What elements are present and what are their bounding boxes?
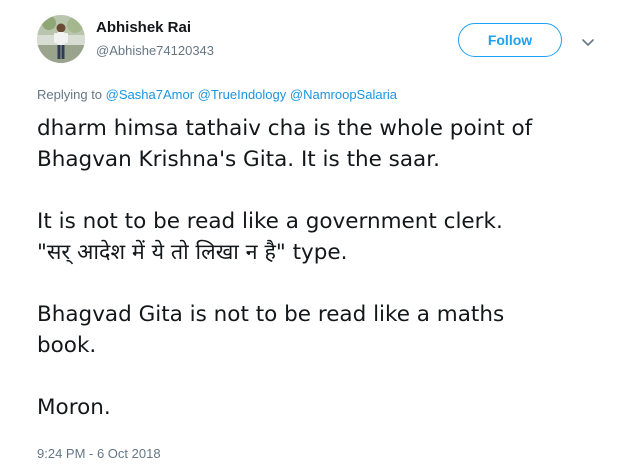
tweet-text: dharm himsa tathaiv cha is the whole poi… (37, 113, 632, 423)
mention-link[interactable]: @NamroopSalaria (290, 87, 397, 102)
tweet-line: Bhagvan Krishna's Gita. It is the saar. (37, 147, 440, 172)
tweet-paragraph: It is not to be read like a government c… (37, 206, 632, 268)
tweet-line: book. (37, 333, 97, 358)
tweet-line: It is not to be read like a government c… (37, 209, 503, 234)
mention-link[interactable]: @Sasha7Amor (106, 87, 194, 102)
avatar-photo (37, 15, 85, 63)
reply-prefix: Replying to (37, 87, 103, 102)
reply-context: Replying to @Sasha7Amor @TrueIndology @N… (37, 87, 397, 102)
tweet-line: Moron. (37, 395, 111, 420)
avatar[interactable] (37, 15, 85, 63)
chevron-down-icon (582, 39, 594, 46)
tweet-card: Abhishek Rai @Abhishe74120343 Follow Rep… (0, 0, 637, 465)
tweet-line: "सर् आदेश में ये तो लिखा न है" type. (37, 240, 348, 265)
follow-button[interactable]: Follow (458, 23, 562, 57)
tweet-paragraph: dharm himsa tathaiv cha is the whole poi… (37, 113, 632, 175)
more-options-button[interactable] (580, 36, 596, 48)
tweet-paragraph: Bhagvad Gita is not to be read like a ma… (37, 299, 632, 361)
tweet-paragraph: Moron. (37, 392, 632, 423)
user-handle[interactable]: @Abhishe74120343 (96, 43, 214, 58)
user-name[interactable]: Abhishek Rai (96, 19, 191, 36)
tweet-line: dharm himsa tathaiv cha is the whole poi… (37, 116, 533, 141)
mention-link[interactable]: @TrueIndology (198, 87, 287, 102)
tweet-timestamp[interactable]: 9:24 PM - 6 Oct 2018 (37, 446, 161, 461)
tweet-line: Bhagvad Gita is not to be read like a ma… (37, 302, 505, 327)
